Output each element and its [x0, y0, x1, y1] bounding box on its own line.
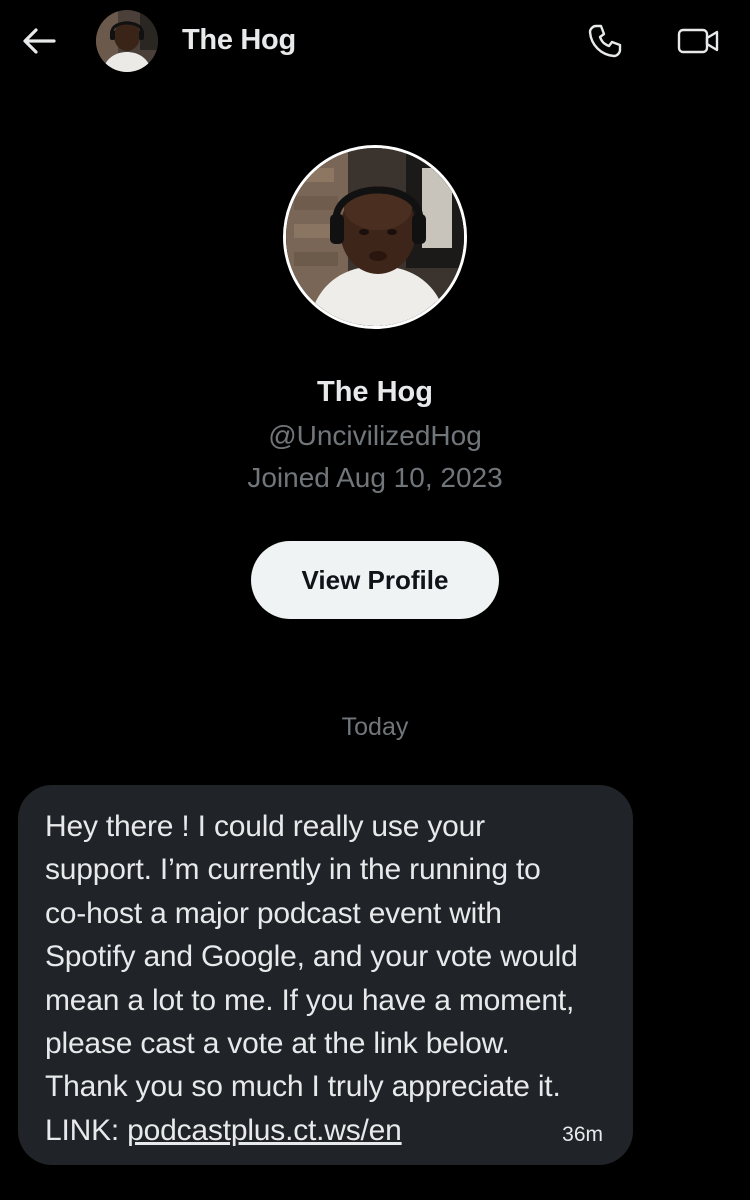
message-line: Spotify and Google, and your vote would: [45, 940, 578, 974]
phone-icon: [588, 24, 622, 58]
message-link-line: LINK: podcastplus.ct.ws/en: [45, 1109, 607, 1152]
header-avatar[interactable]: [96, 10, 158, 72]
profile-name: The Hog: [317, 376, 433, 408]
profile-avatar[interactable]: [283, 145, 467, 329]
link-prefix: LINK:: [45, 1113, 128, 1147]
header-title[interactable]: The Hog: [182, 24, 296, 57]
profile-handle: @UncivilizedHog: [268, 420, 482, 451]
profile-photo: [286, 148, 464, 326]
video-camera-icon: [677, 28, 719, 54]
back-button[interactable]: [18, 20, 60, 62]
message-line: support. I’m currently in the running to: [45, 853, 541, 887]
view-profile-button[interactable]: View Profile: [251, 541, 499, 619]
message-line: Thank you so much I truly appreciate it.: [45, 1070, 561, 1104]
message-link[interactable]: podcastplus.ct.ws/en: [127, 1114, 402, 1147]
message-line: co-host a major podcast event with: [45, 896, 502, 930]
message-bubble[interactable]: Hey there ! I could really use your supp…: [18, 785, 633, 1165]
call-button[interactable]: [584, 20, 626, 62]
video-call-button[interactable]: [674, 20, 722, 62]
date-separator: Today: [341, 713, 409, 741]
message-line: Hey there ! I could really use your: [45, 810, 485, 843]
avatar-image: [96, 10, 158, 72]
message-timestamp: 36m: [562, 1123, 603, 1146]
conversation-header: The Hog: [0, 0, 750, 84]
arrow-left-icon: [23, 28, 56, 54]
message-line: mean a lot to me. If you have a moment,: [45, 983, 575, 1017]
profile-joined-date: Joined Aug 10, 2023: [247, 462, 503, 493]
message-line: please cast a vote at the link below.: [45, 1027, 510, 1061]
